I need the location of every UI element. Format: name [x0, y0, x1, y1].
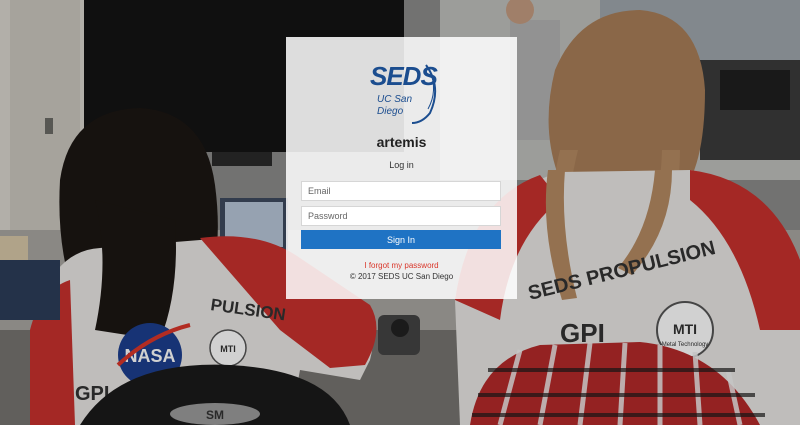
seds-logo: SEDS UC San Diego — [370, 61, 438, 127]
logo-main-text: SEDS — [370, 61, 438, 91]
login-card: SEDS UC San Diego artemis Log in Sign In… — [286, 37, 517, 299]
forgot-password-link[interactable]: I forgot my password — [286, 261, 517, 270]
password-field[interactable] — [301, 206, 501, 226]
copyright-text: © 2017 SEDS UC San Diego — [349, 272, 454, 281]
logo-sub-text: UC San Diego — [377, 94, 413, 117]
sign-in-button[interactable]: Sign In — [301, 230, 501, 249]
email-field[interactable] — [301, 181, 501, 201]
app-title: artemis — [376, 134, 427, 150]
login-subtitle: Log in — [389, 160, 414, 170]
